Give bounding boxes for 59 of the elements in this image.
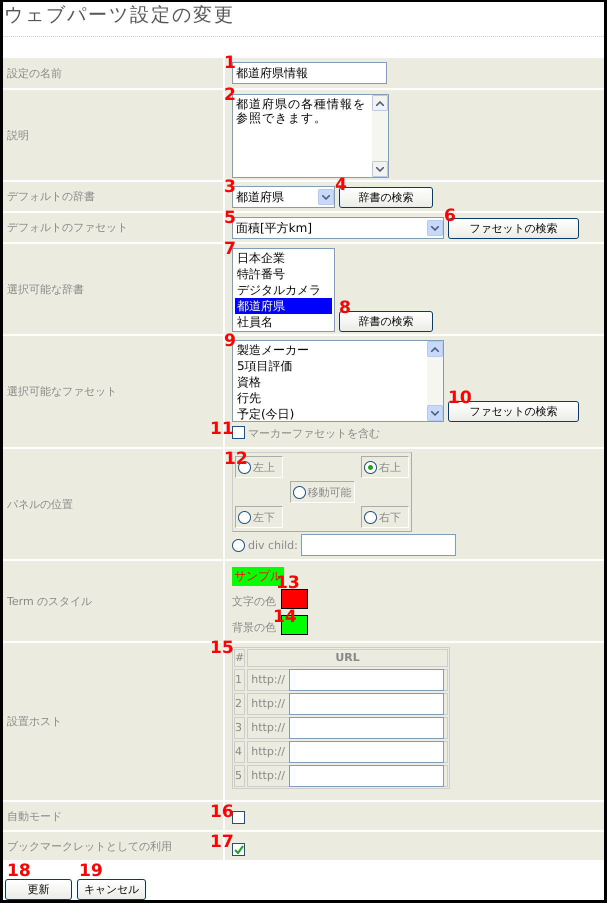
url-prefix: http://: [251, 721, 285, 734]
host-field[interactable]: [288, 764, 444, 786]
field-label: Term のスタイル: [3, 561, 223, 641]
field-label: 設定の名前: [3, 58, 223, 88]
div-child-field[interactable]: [300, 534, 456, 556]
color-label: 文字の色: [232, 594, 276, 608]
list-option[interactable]: 行先: [235, 390, 425, 406]
color-label: 背景の色: [232, 620, 276, 634]
column-header: URL: [247, 648, 448, 666]
url-prefix: http://: [251, 745, 285, 758]
list-option[interactable]: 特許番号: [235, 266, 332, 282]
callout-number: 16: [210, 804, 234, 821]
field-label: 選択可能な辞書: [3, 244, 223, 334]
url-prefix: http://: [251, 769, 285, 782]
column-header: #: [234, 648, 246, 666]
field-label: パネルの位置: [3, 449, 223, 559]
row-number: 2: [234, 692, 246, 714]
radio-label: div child:: [248, 538, 298, 552]
update-button[interactable]: 更新: [5, 879, 72, 900]
list-option[interactable]: 製造メーカー: [235, 342, 425, 358]
callout-number: 15: [210, 640, 234, 657]
callout-number: 19: [79, 863, 103, 880]
check-icon: [234, 845, 244, 854]
color-swatch[interactable]: [281, 589, 308, 609]
checkbox[interactable]: [232, 426, 245, 439]
scroll-down-icon[interactable]: [427, 405, 443, 421]
row-number: 1: [234, 668, 246, 690]
list-option[interactable]: 日本企業: [235, 250, 332, 266]
list-box[interactable]: 日本企業 特許番号 デジタルカメラ 都道府県 社員名: [232, 248, 335, 332]
row-number: 3: [234, 716, 246, 738]
scroll-up-icon[interactable]: [372, 95, 388, 111]
scroll-down-icon[interactable]: [372, 161, 388, 177]
field-label: デフォルトの辞書: [3, 182, 223, 211]
scroll-up-icon[interactable]: [427, 341, 443, 357]
host-field[interactable]: [288, 716, 444, 738]
radio-button[interactable]: [232, 538, 245, 552]
list-option[interactable]: 社員名: [235, 314, 332, 330]
checkbox[interactable]: [232, 843, 245, 856]
list-option[interactable]: 都道府県: [235, 298, 332, 314]
cancel-button[interactable]: キャンセル: [77, 879, 146, 900]
list-option[interactable]: 5項目評価: [235, 358, 425, 374]
row-number: 4: [234, 740, 246, 762]
callout-number: 18: [7, 863, 31, 880]
callout-number: 17: [210, 834, 234, 851]
callout-number: 14: [273, 609, 297, 626]
page-title: ウェブパーツ設定の変更: [3, 2, 604, 37]
host-field[interactable]: [288, 692, 444, 714]
list-option[interactable]: 予定(今日): [235, 406, 425, 422]
row-number: 5: [234, 764, 246, 786]
list-option[interactable]: デジタルカメラ: [235, 282, 332, 298]
host-field[interactable]: [288, 740, 444, 762]
url-prefix: http://: [251, 673, 285, 686]
list-option[interactable]: 資格: [235, 374, 425, 390]
checkbox[interactable]: [232, 811, 245, 824]
url-prefix: http://: [251, 697, 285, 710]
field-label: デフォルトのファセット: [3, 213, 223, 242]
field-label: 説明: [3, 90, 223, 180]
checkbox-label: マーカーファセットを含む: [248, 426, 380, 441]
host-field[interactable]: [288, 668, 444, 690]
